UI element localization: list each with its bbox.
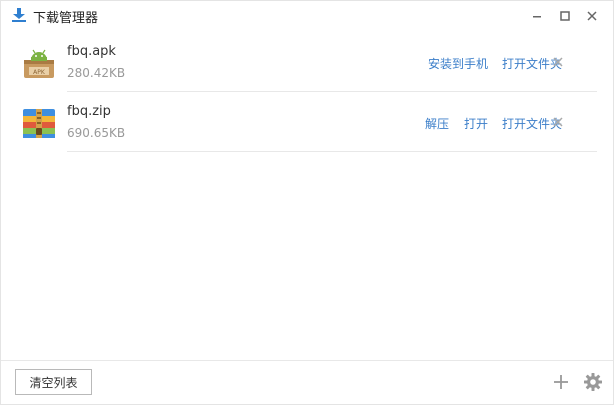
open-link[interactable]: 打开 — [464, 115, 488, 132]
maximize-icon — [560, 11, 570, 21]
maximize-button[interactable] — [556, 7, 574, 25]
close-window-button[interactable] — [583, 7, 601, 25]
download-item-zip: fbq.zip 690.65KB 解压 打开 打开文件夹 — [1, 92, 613, 152]
file-name: fbq.zip — [67, 104, 111, 119]
install-to-phone-link[interactable]: 安装到手机 — [428, 55, 488, 72]
zip-archive-icon — [23, 109, 55, 138]
file-name: fbq.apk — [67, 44, 116, 59]
download-item-apk: APK fbq.apk 280.42KB 安装到手机 打开文件夹 — [1, 32, 613, 92]
row-divider — [67, 151, 597, 152]
file-size: 280.42KB — [67, 66, 126, 80]
download-icon — [12, 8, 26, 22]
close-icon — [587, 11, 597, 21]
window-title: 下载管理器 — [33, 11, 99, 26]
gear-icon[interactable] — [583, 372, 603, 392]
minimize-button[interactable] — [528, 7, 546, 25]
apk-file-icon: APK — [24, 49, 54, 78]
extract-link[interactable]: 解压 — [425, 115, 449, 132]
bottom-bar: 清空列表 — [1, 360, 613, 404]
file-size: 690.65KB — [67, 126, 126, 140]
remove-item-icon[interactable] — [551, 115, 565, 129]
title-bar: 下载管理器 — [1, 1, 613, 31]
minimize-icon — [533, 16, 541, 18]
clear-list-button[interactable]: 清空列表 — [15, 369, 92, 395]
download-manager-window: 下载管理器 APK fbq.apk 280.42KB 安装到手机 打开文件夹 f… — [0, 0, 614, 405]
plus-icon[interactable] — [552, 373, 570, 391]
remove-item-icon[interactable] — [551, 55, 565, 69]
svg-text:APK: APK — [33, 69, 46, 76]
